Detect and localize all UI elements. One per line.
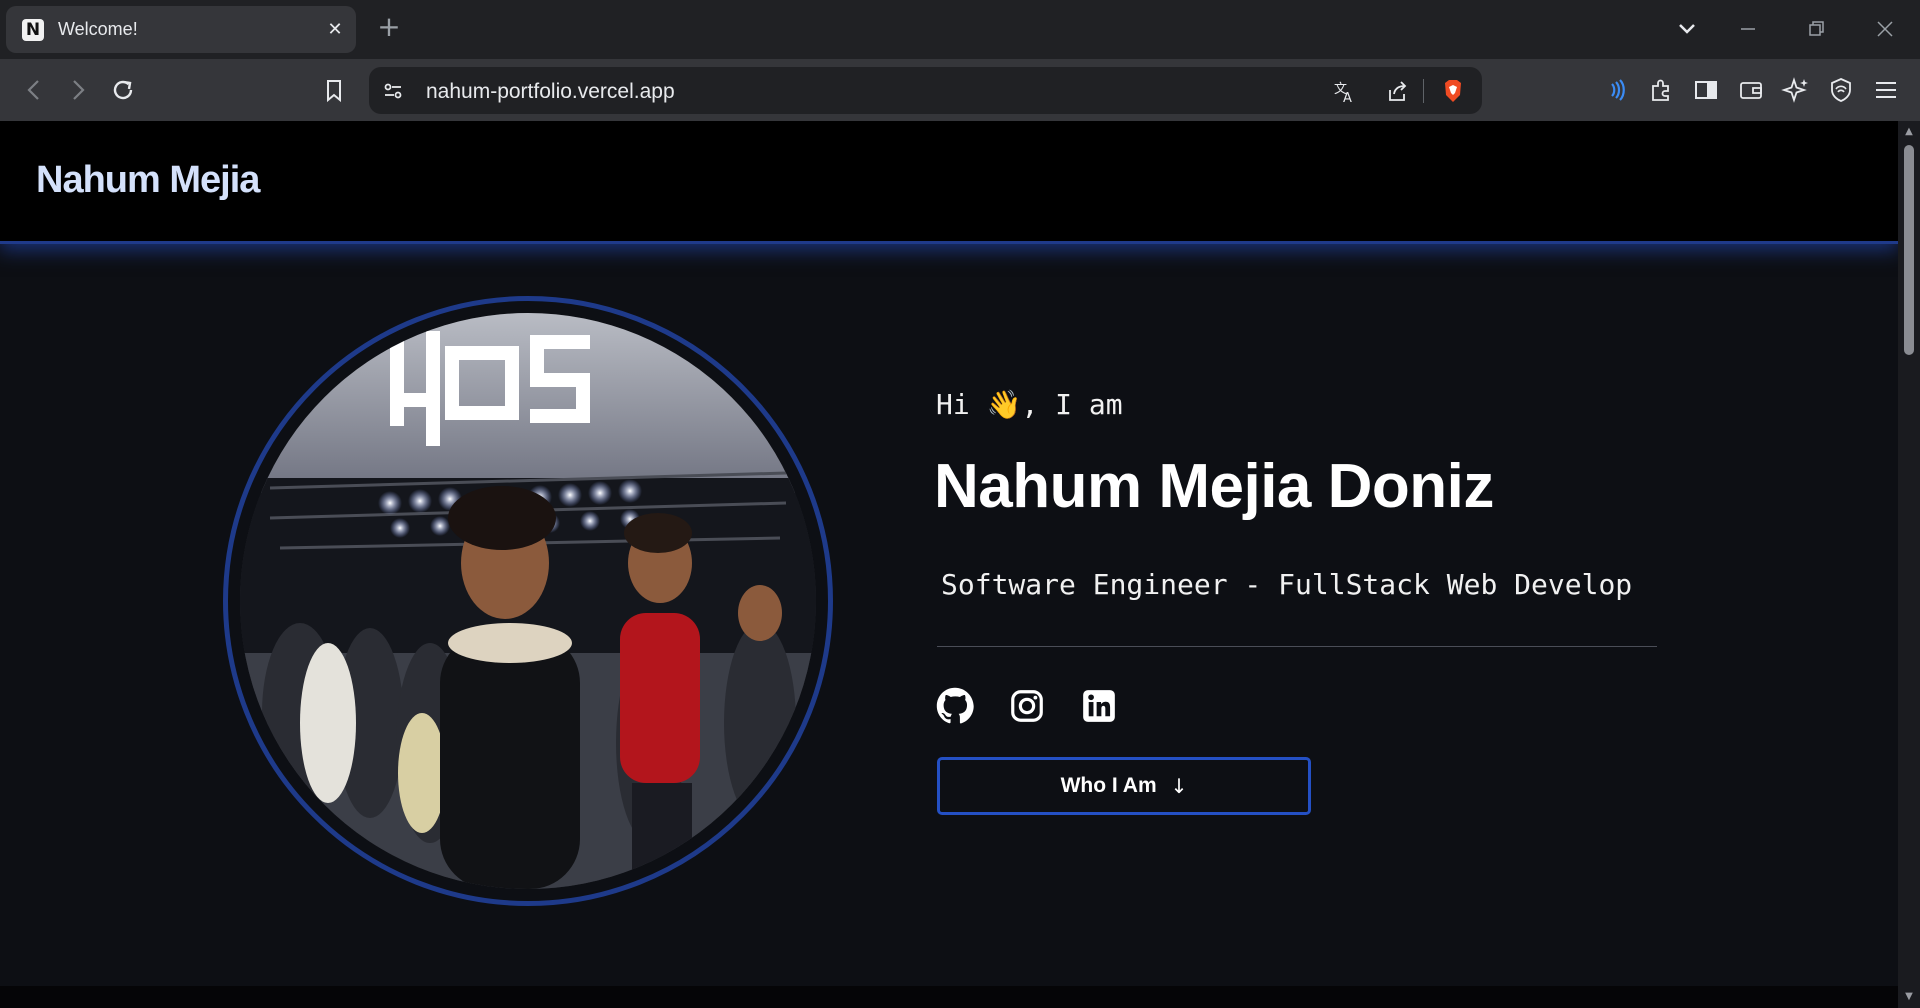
browser-tab[interactable]: N Welcome! ✕ <box>6 6 356 53</box>
svg-text:A: A <box>1343 91 1352 106</box>
wallet-icon[interactable] <box>1735 74 1767 106</box>
scroll-down-icon[interactable]: ▼ <box>1902 990 1916 1004</box>
page-viewport: Nahum Mejia Hi 👋, I am Nahum Mejia Doniz… <box>0 121 1898 1008</box>
brave-shields-icon[interactable] <box>1437 75 1469 107</box>
hero-role: Software Engineer - FullStack Web Develo… <box>941 568 1633 601</box>
waving-hand-emoji: 👋 <box>986 388 1022 421</box>
speedreader-icon[interactable] <box>1600 74 1632 106</box>
notion-favicon-icon: N <box>22 19 44 41</box>
scroll-up-icon[interactable]: ▲ <box>1902 125 1916 139</box>
github-icon[interactable] <box>936 687 974 725</box>
url-text[interactable]: nahum-portfolio.vercel.app <box>426 80 675 104</box>
reload-icon[interactable] <box>107 74 139 106</box>
tab-title: Welcome! <box>58 19 138 39</box>
greeting-text: Hi 👋, I am <box>936 388 1123 421</box>
tab-close-icon[interactable]: ✕ <box>324 18 346 40</box>
who-i-am-button[interactable]: Who I Am ↓ <box>937 757 1311 815</box>
omnibox-separator <box>1423 79 1424 103</box>
site-header: Nahum Mejia <box>0 121 1898 244</box>
greeting-hi: Hi <box>936 388 970 421</box>
linkedin-icon[interactable] <box>1080 687 1118 725</box>
leo-ai-icon[interactable] <box>1780 74 1812 106</box>
who-i-am-label: Who I Am <box>1060 774 1157 797</box>
new-tab-button[interactable]: + <box>376 13 402 41</box>
restore-button[interactable] <box>1801 14 1831 44</box>
hero-divider <box>937 646 1657 647</box>
instagram-icon[interactable] <box>1008 687 1046 725</box>
extensions-icon[interactable] <box>1645 74 1677 106</box>
tab-search-chevron-icon[interactable] <box>1672 14 1702 44</box>
back-icon[interactable] <box>18 74 50 106</box>
browser-toolbar: nahum-portfolio.vercel.app 文A <box>0 59 1920 121</box>
tab-strip: N Welcome! ✕ + <box>0 0 1920 59</box>
minimize-button[interactable] <box>1733 14 1763 44</box>
translate-icon[interactable]: 文A <box>1329 75 1361 107</box>
profile-photo <box>240 313 816 889</box>
hero-name: Nahum Mejia Doniz <box>934 452 1494 521</box>
greeting-rest: , I am <box>1021 388 1123 421</box>
brand-logo-text[interactable]: Nahum Mejia <box>36 159 260 202</box>
vpn-icon[interactable] <box>1825 74 1857 106</box>
sidebar-icon[interactable] <box>1690 74 1722 106</box>
close-window-button[interactable] <box>1870 14 1900 44</box>
menu-icon[interactable] <box>1870 74 1902 106</box>
address-bar[interactable]: nahum-portfolio.vercel.app 文A <box>369 67 1482 114</box>
page-scrollbar[interactable]: ▲ ▼ <box>1898 121 1920 1008</box>
forward-icon[interactable] <box>62 74 94 106</box>
arrow-down-icon: ↓ <box>1170 774 1188 798</box>
next-section-edge <box>0 986 1898 1008</box>
scrollbar-thumb[interactable] <box>1904 145 1914 355</box>
share-icon[interactable] <box>1381 75 1413 107</box>
bookmark-icon[interactable] <box>318 74 350 106</box>
site-info-icon[interactable] <box>377 75 409 107</box>
profile-photo-frame <box>223 296 833 906</box>
